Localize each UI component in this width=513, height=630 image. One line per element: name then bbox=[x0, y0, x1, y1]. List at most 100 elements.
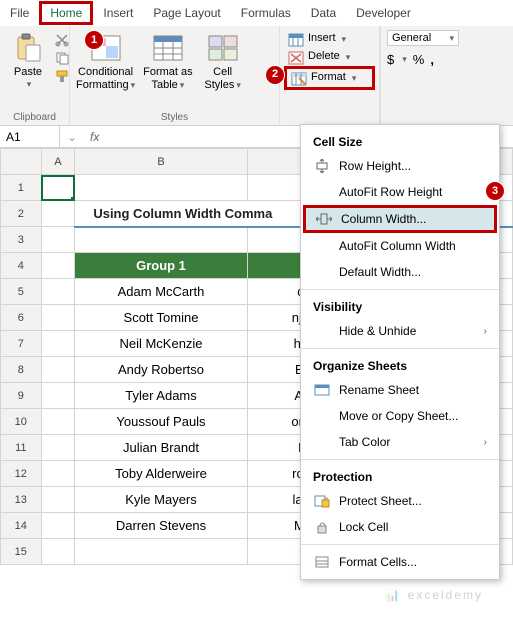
dd-section-protection: Protection bbox=[301, 464, 499, 488]
row-header[interactable]: 6 bbox=[1, 305, 42, 331]
watermark: 📊 exceldemy bbox=[385, 588, 483, 602]
format-cells-button[interactable]: Format▾ 2 bbox=[284, 66, 375, 90]
cell[interactable] bbox=[75, 227, 247, 253]
cell-a1[interactable] bbox=[41, 175, 75, 201]
cell[interactable] bbox=[41, 227, 75, 253]
cell[interactable] bbox=[41, 487, 75, 513]
header-group1[interactable]: Group 1 bbox=[75, 253, 247, 279]
dd-autofit-col[interactable]: AutoFit Column Width bbox=[301, 233, 499, 259]
cell[interactable] bbox=[41, 513, 75, 539]
cell[interactable] bbox=[41, 357, 75, 383]
table-cell[interactable]: Darren Stevens bbox=[75, 513, 247, 539]
dd-label: AutoFit Column Width bbox=[339, 239, 456, 253]
cond-fmt-l2: Formatting bbox=[76, 79, 129, 91]
dd-row-height[interactable]: Row Height... bbox=[301, 153, 499, 179]
number-format-value: General bbox=[392, 32, 431, 44]
insert-cells-icon bbox=[288, 31, 304, 47]
row-header[interactable]: 9 bbox=[1, 383, 42, 409]
row-header[interactable]: 4 bbox=[1, 253, 42, 279]
name-box[interactable]: A1 bbox=[0, 126, 60, 147]
row-header[interactable]: 10 bbox=[1, 409, 42, 435]
format-as-table-button[interactable]: Format asTable▾ bbox=[141, 30, 195, 94]
row-header[interactable]: 12 bbox=[1, 461, 42, 487]
row-header[interactable]: 11 bbox=[1, 435, 42, 461]
tab-home[interactable]: Home bbox=[39, 1, 93, 25]
dd-hide-unhide[interactable]: Hide & Unhide› bbox=[301, 318, 499, 344]
dd-protect-sheet[interactable]: Protect Sheet... bbox=[301, 488, 499, 514]
comma-button[interactable]: , bbox=[430, 52, 434, 67]
delete-cells-button[interactable]: Delete▾ bbox=[284, 48, 375, 66]
cell[interactable] bbox=[41, 253, 75, 279]
copy-icon[interactable] bbox=[54, 50, 70, 66]
tab-file[interactable]: File bbox=[0, 2, 39, 24]
delete-cells-icon bbox=[288, 49, 304, 65]
dd-format-cells[interactable]: Format Cells... bbox=[301, 549, 499, 575]
table-cell[interactable]: Neil McKenzie bbox=[75, 331, 247, 357]
select-all-corner[interactable] bbox=[1, 149, 42, 175]
cell[interactable] bbox=[41, 409, 75, 435]
format-cells-icon bbox=[291, 70, 307, 86]
row-header[interactable]: 13 bbox=[1, 487, 42, 513]
dd-column-width[interactable]: Column Width... bbox=[303, 205, 497, 233]
cell[interactable] bbox=[41, 435, 75, 461]
fx-button[interactable]: fx bbox=[84, 130, 105, 144]
cell[interactable] bbox=[41, 331, 75, 357]
row-header[interactable]: 14 bbox=[1, 513, 42, 539]
dd-label: Rename Sheet bbox=[339, 383, 419, 397]
table-cell[interactable]: Julian Brandt bbox=[75, 435, 247, 461]
table-cell[interactable]: Scott Tomine bbox=[75, 305, 247, 331]
rename-sheet-icon bbox=[313, 382, 331, 398]
cell[interactable] bbox=[41, 539, 75, 565]
row-header[interactable]: 8 bbox=[1, 357, 42, 383]
table-cell[interactable]: Adam McCarth bbox=[75, 279, 247, 305]
tab-page-layout[interactable]: Page Layout bbox=[143, 2, 230, 24]
row-header[interactable]: 7 bbox=[1, 331, 42, 357]
dd-label: AutoFit Row Height bbox=[339, 185, 442, 199]
dd-label: Lock Cell bbox=[339, 520, 388, 534]
table-cell[interactable]: Kyle Mayers bbox=[75, 487, 247, 513]
number-format-select[interactable]: General ▾ bbox=[387, 30, 459, 46]
format-cells-dialog-icon bbox=[313, 554, 331, 570]
cell[interactable] bbox=[41, 305, 75, 331]
submenu-arrow-icon: › bbox=[484, 326, 487, 337]
cell[interactable] bbox=[75, 175, 247, 201]
format-painter-icon[interactable] bbox=[54, 68, 70, 84]
paste-button[interactable]: Paste▾ bbox=[4, 30, 52, 92]
cell[interactable] bbox=[41, 461, 75, 487]
cell[interactable] bbox=[75, 539, 247, 565]
tab-developer[interactable]: Developer bbox=[346, 2, 421, 24]
dd-rename-sheet[interactable]: Rename Sheet bbox=[301, 377, 499, 403]
tab-insert[interactable]: Insert bbox=[93, 2, 143, 24]
percent-button[interactable]: % bbox=[413, 52, 425, 67]
dd-section-organize: Organize Sheets bbox=[301, 353, 499, 377]
table-cell[interactable]: Andy Robertso bbox=[75, 357, 247, 383]
cell-styles-button[interactable]: CellStyles▾ bbox=[199, 30, 247, 94]
dd-label: Move or Copy Sheet... bbox=[339, 409, 458, 423]
clipboard-group-label: Clipboard bbox=[4, 110, 65, 123]
submenu-arrow-icon: › bbox=[484, 437, 487, 448]
table-cell[interactable]: Tyler Adams bbox=[75, 383, 247, 409]
cell[interactable] bbox=[41, 279, 75, 305]
cell[interactable] bbox=[41, 383, 75, 409]
row-header[interactable]: 5 bbox=[1, 279, 42, 305]
table-cell[interactable]: Toby Alderweire bbox=[75, 461, 247, 487]
dd-lock-cell[interactable]: Lock Cell bbox=[301, 514, 499, 540]
tab-data[interactable]: Data bbox=[301, 2, 346, 24]
cell[interactable] bbox=[41, 201, 75, 227]
cut-icon[interactable] bbox=[54, 32, 70, 48]
dd-autofit-row[interactable]: AutoFit Row Height 3 bbox=[301, 179, 499, 205]
dd-move-copy[interactable]: Move or Copy Sheet... bbox=[301, 403, 499, 429]
insert-cells-button[interactable]: Insert▾ bbox=[284, 30, 375, 48]
row-header[interactable]: 3 bbox=[1, 227, 42, 253]
currency-button[interactable]: $ bbox=[387, 52, 394, 67]
tab-formulas[interactable]: Formulas bbox=[231, 2, 301, 24]
ribbon: Paste▾ Clipboard ConditionalFormatting▾ … bbox=[0, 26, 513, 126]
col-header-a[interactable]: A bbox=[41, 149, 75, 175]
row-header[interactable]: 2 bbox=[1, 201, 42, 227]
row-header[interactable]: 1 bbox=[1, 175, 42, 201]
dd-tab-color[interactable]: Tab Color› bbox=[301, 429, 499, 455]
table-cell[interactable]: Youssouf Pauls bbox=[75, 409, 247, 435]
row-header[interactable]: 15 bbox=[1, 539, 42, 565]
col-header-b[interactable]: B bbox=[75, 149, 247, 175]
dd-default-width[interactable]: Default Width... bbox=[301, 259, 499, 285]
